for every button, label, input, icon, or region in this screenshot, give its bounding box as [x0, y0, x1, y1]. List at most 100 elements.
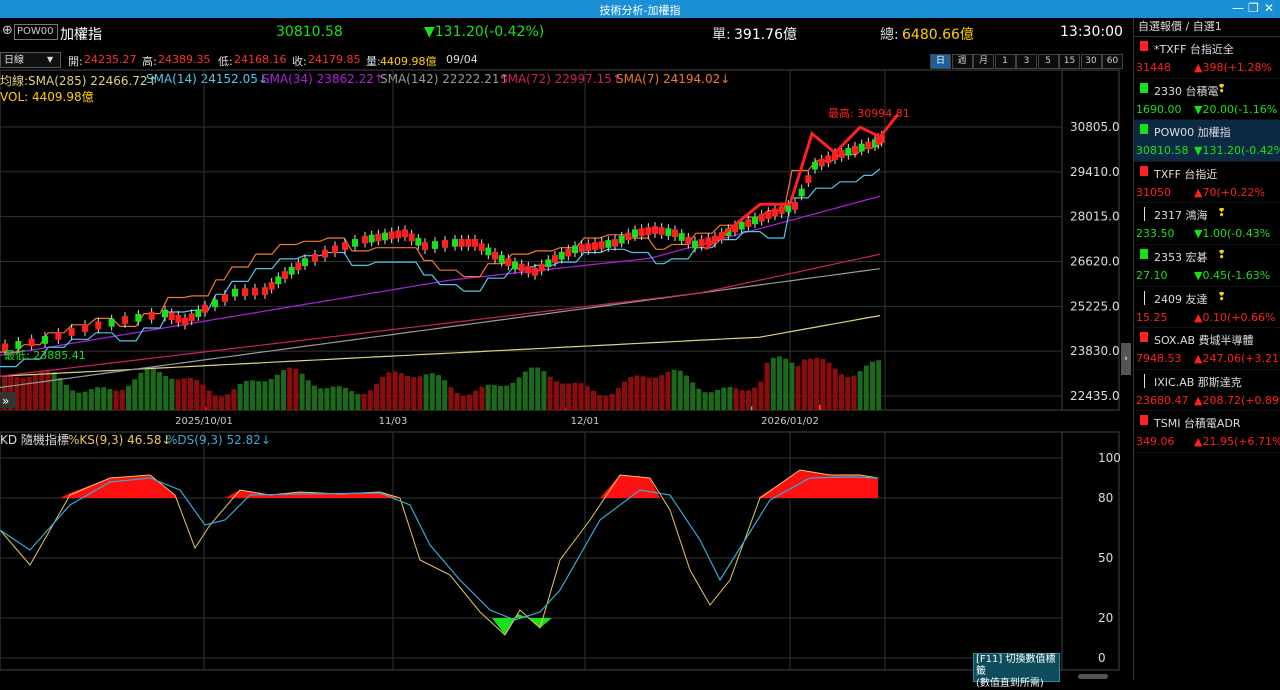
candle	[442, 240, 448, 248]
volume-bar	[287, 367, 293, 410]
watchlist-item[interactable]: 2409 友達 ❢ 15.25 ▲0.10(+0.66%	[1134, 287, 1280, 329]
candle	[772, 208, 778, 217]
kd-tick-label: 0	[1098, 651, 1106, 665]
watchlist-item-change: ▲70(+0.22%	[1194, 185, 1265, 199]
candle	[625, 232, 632, 241]
volume-bar	[70, 390, 76, 410]
volume-bar	[758, 381, 764, 410]
volume-bar	[237, 384, 243, 410]
kd-title: KD 隨機指標	[0, 432, 69, 447]
candle	[618, 235, 625, 244]
alert-icon: ❢	[1217, 247, 1227, 261]
volume-bar	[225, 394, 231, 410]
candle	[108, 318, 115, 327]
candle	[68, 328, 75, 336]
volume-bar	[336, 386, 342, 410]
watchlist-item-price: 27.10	[1136, 268, 1168, 282]
candle	[362, 235, 368, 244]
candle	[55, 332, 62, 340]
candle	[678, 233, 685, 241]
max-price-label: 最高: 30994.81	[828, 106, 910, 120]
alert-icon: ❢	[1217, 81, 1227, 95]
watchlist-item[interactable]: IXIC.AB 那斯達克 23680.47 ▲208.72(+0.89%	[1134, 370, 1280, 412]
candle	[375, 233, 382, 242]
volume-bar	[863, 365, 869, 410]
candle	[432, 241, 438, 249]
candle	[252, 287, 258, 296]
candle	[552, 255, 558, 263]
candle	[812, 161, 818, 170]
candle	[352, 239, 358, 247]
volume-bar	[200, 384, 206, 410]
candle	[472, 239, 478, 247]
candle	[645, 227, 652, 235]
scrollbar[interactable]	[1078, 674, 1108, 679]
candle	[202, 304, 208, 313]
candle	[578, 244, 585, 253]
kd-ks-label: %KS(9,3) 46.58↓	[68, 433, 172, 447]
watchlist-item-price: 31448	[1136, 61, 1171, 74]
watchlist-item[interactable]: *TXFF 台指近全 31448 ▲398(+1.28%	[1134, 37, 1280, 79]
kd-overbought-fill	[758, 470, 878, 498]
restore-icon[interactable]: ❐	[1248, 1, 1259, 15]
close-icon[interactable]: ✕	[1264, 1, 1274, 15]
minimize-icon[interactable]: —	[1232, 1, 1244, 15]
candle	[572, 245, 578, 254]
volume-bar	[132, 379, 138, 410]
candle	[275, 276, 282, 285]
candle	[685, 236, 692, 245]
candle	[758, 213, 765, 222]
volume-bar	[640, 376, 646, 410]
volume-bar	[39, 370, 45, 410]
volume-bar	[26, 376, 32, 410]
watchlist-item[interactable]: 2317 鴻海 ❢ 233.50 ▼1.00(-0.43%	[1134, 203, 1280, 245]
candle	[302, 258, 308, 266]
expand-icon: »	[2, 394, 9, 408]
volume-bar	[826, 362, 832, 410]
watchlist-item-change: ▲21.95(+6.71%	[1194, 435, 1280, 449]
candle	[15, 340, 22, 349]
candle-icon	[1140, 124, 1148, 135]
candle	[698, 239, 705, 247]
watchlist-item-change: ▲0.10(+0.66%	[1194, 310, 1276, 324]
volume-bar	[715, 389, 720, 410]
volume-bar	[442, 380, 448, 410]
volume-bar	[460, 395, 466, 410]
watchlist-item[interactable]: 2330 台積電 ❢ 1690.00 ▼20.00(-1.16%	[1134, 79, 1280, 121]
candle	[222, 294, 228, 302]
volume-bar	[684, 375, 689, 410]
candle	[135, 313, 142, 322]
candle	[262, 287, 268, 295]
volume-bar	[603, 396, 609, 410]
alert-icon: ❢	[1217, 289, 1227, 303]
collapse-side-icon[interactable]: ›	[1121, 343, 1131, 375]
candle	[652, 226, 658, 234]
kd-ds-label: %DS(9,3) 52.82↓	[166, 433, 271, 447]
volume-bar	[671, 369, 677, 410]
price-chart[interactable]: 30805.0 29410.0 28015.0 26620.0 25225.0 23830…	[0, 0, 1133, 680]
volume-bar	[212, 395, 218, 410]
volume-bar	[57, 377, 63, 410]
volume-bar	[801, 359, 807, 410]
watchlist-item[interactable]: 2353 宏碁 ❢ 27.10 ▼0.45(-1.63%	[1134, 245, 1280, 287]
watchlist-item[interactable]: SOX.AB 費城半導體 7948.53 ▲247.06(+3.21%	[1134, 328, 1280, 370]
volume-bar	[535, 367, 541, 410]
watchlist-item[interactable]: TSMI 台積電ADR 349.06 ▲21.95(+6.71%	[1134, 411, 1280, 453]
volume-bar	[20, 377, 26, 410]
watchlist-item-price: 1690.00	[1136, 102, 1182, 116]
price-tick-label: 28015.0	[1070, 210, 1120, 224]
volume-bar	[696, 388, 702, 410]
sma72-line	[0, 253, 881, 377]
volume-bar	[727, 386, 733, 410]
candle	[592, 242, 598, 250]
volume-bar	[702, 392, 708, 410]
watchlist-item[interactable]: TXFF 台指近 31050 ▲70(+0.22%	[1134, 162, 1280, 204]
candle	[505, 258, 512, 266]
candle	[408, 233, 415, 242]
volume-bar	[454, 392, 460, 410]
watchlist-item[interactable]: POW00 加權指 30810.58 ▼131.20(-0.42%	[1134, 120, 1280, 162]
volume-bar	[157, 371, 162, 410]
candle	[692, 240, 698, 249]
price-tick-label: 22435.0	[1070, 389, 1120, 403]
candle	[845, 147, 852, 156]
